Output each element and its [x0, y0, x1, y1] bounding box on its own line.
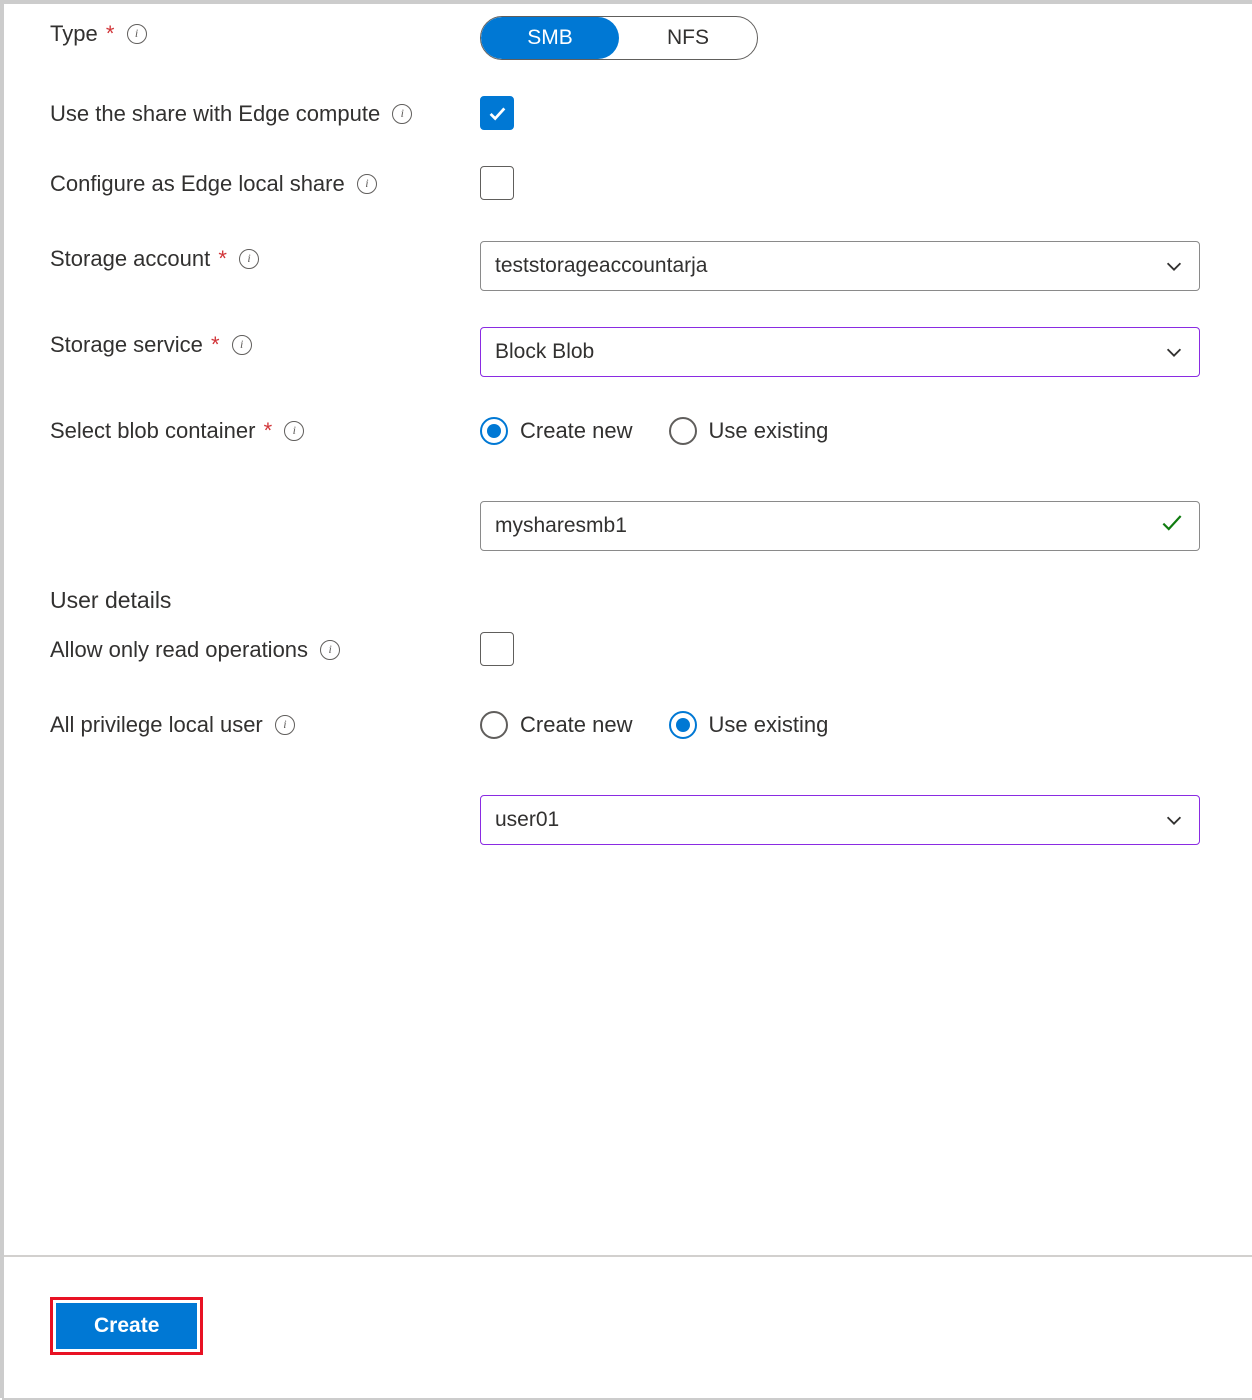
chevron-down-icon [1163, 255, 1185, 277]
info-icon: i [275, 715, 295, 735]
storage-service-select[interactable]: Block Blob [480, 327, 1200, 377]
privilege-user-select[interactable]: user01 [480, 795, 1200, 845]
chevron-down-icon [1163, 341, 1185, 363]
check-icon [486, 102, 508, 124]
privilege-user-create-new[interactable]: Create new [480, 711, 633, 739]
radio-label: Use existing [709, 418, 829, 444]
blob-container-use-existing[interactable]: Use existing [669, 417, 829, 445]
privilege-user-value: user01 [495, 808, 559, 832]
create-button[interactable]: Create [56, 1303, 197, 1349]
configure-local-checkbox[interactable] [480, 166, 514, 200]
edge-compute-checkbox[interactable] [480, 96, 514, 130]
chevron-down-icon [1163, 809, 1185, 831]
section-user-details: User details [50, 587, 1206, 614]
info-icon: i [320, 640, 340, 660]
info-icon: i [232, 335, 252, 355]
type-label: Type * i [50, 16, 470, 49]
configure-local-label: Configure as Edge local share i [50, 166, 470, 199]
storage-service-value: Block Blob [495, 340, 594, 364]
storage-account-select[interactable]: teststorageaccountarja [480, 241, 1200, 291]
privilege-user-use-existing[interactable]: Use existing [669, 711, 829, 739]
type-option-nfs[interactable]: NFS [619, 17, 757, 59]
storage-service-label: Storage service * i [50, 327, 470, 360]
blob-container-name-input[interactable]: mysharesmb1 [480, 501, 1200, 551]
edge-compute-label: Use the share with Edge compute i [50, 96, 470, 129]
type-toggle: SMB NFS [480, 16, 758, 60]
info-icon: i [357, 174, 377, 194]
allow-read-label: Allow only read operations i [50, 632, 470, 665]
radio-label: Create new [520, 418, 633, 444]
info-icon: i [284, 421, 304, 441]
footer: Create [4, 1255, 1252, 1398]
type-option-smb[interactable]: SMB [481, 17, 619, 59]
blob-container-create-new[interactable]: Create new [480, 417, 633, 445]
info-icon: i [127, 24, 147, 44]
radio-label: Create new [520, 712, 633, 738]
storage-account-value: teststorageaccountarja [495, 254, 707, 278]
create-button-highlight: Create [50, 1297, 203, 1355]
info-icon: i [239, 249, 259, 269]
allow-read-checkbox[interactable] [480, 632, 514, 666]
storage-account-label: Storage account * i [50, 241, 470, 274]
radio-label: Use existing [709, 712, 829, 738]
privilege-user-label: All privilege local user i [50, 707, 470, 740]
info-icon: i [392, 104, 412, 124]
blob-container-name-value: mysharesmb1 [495, 514, 627, 538]
check-icon [1159, 510, 1185, 543]
blob-container-label: Select blob container * i [50, 413, 470, 446]
